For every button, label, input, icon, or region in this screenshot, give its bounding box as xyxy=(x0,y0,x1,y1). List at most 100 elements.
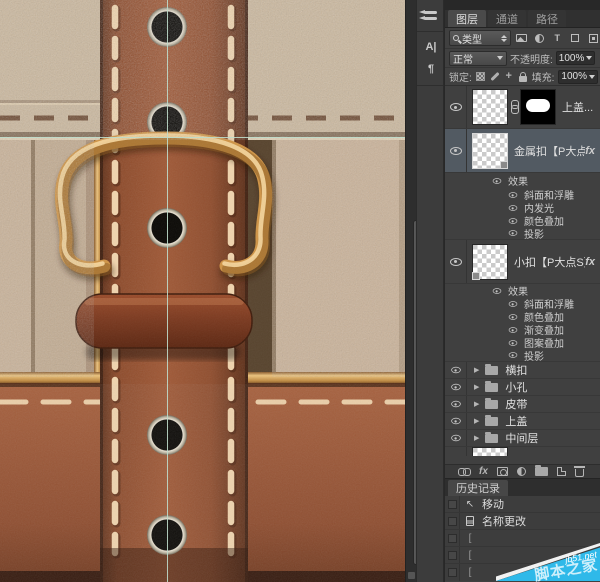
lock-position-button[interactable]: + xyxy=(504,70,514,83)
group-row[interactable]: ▶ 横扣 xyxy=(445,362,600,379)
effect-item[interactable]: 斜面和浮雕 xyxy=(445,188,600,201)
visibility-toggle[interactable] xyxy=(445,396,467,412)
visibility-toggle[interactable] xyxy=(445,413,467,429)
fill-input[interactable]: 100% xyxy=(558,70,598,84)
expand-triangle-icon[interactable]: ▶ xyxy=(474,400,479,408)
filter-shape-button[interactable] xyxy=(568,31,582,45)
effects-header[interactable]: 效果 xyxy=(445,284,600,297)
filter-adjustment-button[interactable] xyxy=(532,31,546,45)
new-layer-icon[interactable] xyxy=(557,467,566,476)
tab-channels[interactable]: 通道 xyxy=(488,10,526,27)
group-name[interactable]: 上盖 xyxy=(505,413,527,429)
layer-name[interactable]: 上盖... xyxy=(562,99,593,115)
history-item[interactable]: [ xyxy=(445,530,600,547)
effect-item[interactable]: 斜面和浮雕 xyxy=(445,297,600,310)
layer-thumbnail[interactable] xyxy=(472,244,508,280)
layer-thumbnail[interactable] xyxy=(472,133,508,169)
panel-dock: A| ¶ xyxy=(416,0,444,582)
history-item[interactable]: ↖ 移动 xyxy=(445,496,600,513)
folder-icon xyxy=(485,366,498,375)
group-row[interactable]: ▶ 上盖 xyxy=(445,413,600,430)
history-source-well[interactable] xyxy=(445,564,460,581)
expand-triangle-icon[interactable]: ▶ xyxy=(474,383,479,391)
search-icon xyxy=(453,35,459,41)
lock-row: 锁定: + 填充: 100% xyxy=(445,68,600,86)
visibility-toggle[interactable] xyxy=(445,430,467,446)
expand-triangle-icon[interactable]: ▶ xyxy=(474,366,479,374)
filter-pixel-button[interactable] xyxy=(515,31,529,45)
group-name[interactable]: 皮带 xyxy=(505,396,527,412)
effect-item[interactable]: 投影 xyxy=(445,349,600,362)
layer-name[interactable]: 金属扣【P大点... xyxy=(514,143,585,159)
eye-icon xyxy=(451,401,461,407)
lock-pixels-button[interactable] xyxy=(490,70,500,83)
effect-item[interactable]: 颜色叠加 xyxy=(445,214,600,227)
layer-name[interactable]: 小扣【P大点S】 xyxy=(514,254,585,270)
character-panel-icon: A| xyxy=(425,41,436,53)
group-name[interactable]: 小孔 xyxy=(505,379,527,395)
layers-panel: 图层 通道 路径 类型 T 正常 不透明度: 100% xyxy=(444,0,600,582)
mask-link-icon[interactable] xyxy=(510,100,518,114)
group-row[interactable]: ▶ 皮带 xyxy=(445,396,600,413)
visibility-toggle[interactable] xyxy=(445,86,467,128)
photoshop-workspace: A| ¶ 图层 通道 路径 类型 T xyxy=(0,0,600,582)
layer-mask-thumbnail[interactable] xyxy=(520,89,556,125)
expand-triangle-icon[interactable]: ▶ xyxy=(474,417,479,425)
opacity-label: 不透明度: xyxy=(510,51,553,66)
eye-icon xyxy=(450,147,462,155)
adjustment-layer-icon[interactable] xyxy=(517,467,526,476)
group-name[interactable]: 中间层 xyxy=(505,430,538,446)
fx-badge[interactable]: fx xyxy=(585,145,600,157)
paragraph-panel-button[interactable]: ¶ xyxy=(417,58,445,80)
lock-transparency-button[interactable] xyxy=(476,70,486,83)
layer-style-icon[interactable]: fx xyxy=(479,467,488,477)
new-group-icon[interactable] xyxy=(535,467,548,476)
layer-badge-icon xyxy=(500,161,508,169)
add-mask-icon[interactable] xyxy=(497,467,508,476)
checkerboard-icon xyxy=(476,72,485,81)
effect-item[interactable]: 渐变叠加 xyxy=(445,323,600,336)
history-source-well[interactable] xyxy=(445,513,460,529)
fx-badge[interactable]: fx xyxy=(585,256,600,268)
history-source-well[interactable] xyxy=(445,530,460,546)
visibility-toggle[interactable] xyxy=(445,129,467,172)
layer-row[interactable]: 上盖... xyxy=(445,86,600,129)
delete-layer-icon[interactable] xyxy=(575,469,584,477)
effects-header[interactable]: 效果 xyxy=(445,173,600,188)
layer-row-selected[interactable]: 金属扣【P大点... fx xyxy=(445,129,600,173)
history-source-well[interactable] xyxy=(445,547,460,563)
layer-thumbnail[interactable] xyxy=(472,89,508,125)
visibility-toggle[interactable] xyxy=(445,379,467,395)
brush-panels-button[interactable] xyxy=(417,4,445,26)
history-item[interactable]: 名称更改 xyxy=(445,513,600,530)
opacity-input[interactable]: 100% xyxy=(556,51,596,65)
blend-mode-select[interactable]: 正常 xyxy=(449,51,507,66)
effect-item[interactable]: 投影 xyxy=(445,227,600,240)
history-item[interactable]: [ xyxy=(445,547,600,564)
partial-layer-row[interactable] xyxy=(445,447,600,456)
tab-layers[interactable]: 图层 xyxy=(448,10,486,27)
layer-row[interactable]: 小扣【P大点S】 fx xyxy=(445,240,600,284)
visibility-toggle[interactable] xyxy=(445,362,467,378)
tab-history[interactable]: 历史记录 xyxy=(448,480,508,496)
filter-type-button[interactable]: T xyxy=(550,31,564,45)
expand-triangle-icon[interactable]: ▶ xyxy=(474,434,479,442)
group-row[interactable]: ▶ 中间层 xyxy=(445,430,600,447)
canvas-scrollbar[interactable] xyxy=(405,0,416,582)
character-panel-button[interactable]: A| xyxy=(417,36,445,58)
effect-item[interactable]: 内发光 xyxy=(445,201,600,214)
filter-kind-select[interactable]: 类型 xyxy=(449,30,511,46)
filter-smartobject-button[interactable] xyxy=(586,31,600,45)
history-source-well[interactable] xyxy=(445,496,460,512)
document-canvas[interactable] xyxy=(0,0,405,582)
group-name[interactable]: 横扣 xyxy=(505,362,527,378)
resize-grip[interactable] xyxy=(408,572,415,579)
effect-item[interactable]: 图案叠加 xyxy=(445,336,600,349)
group-row[interactable]: ▶ 小孔 xyxy=(445,379,600,396)
link-layers-icon[interactable] xyxy=(458,468,470,475)
lock-all-button[interactable] xyxy=(518,70,528,83)
visibility-toggle[interactable] xyxy=(445,240,467,283)
tab-paths[interactable]: 路径 xyxy=(528,10,566,27)
effect-item[interactable]: 颜色叠加 xyxy=(445,310,600,323)
history-item[interactable]: [ xyxy=(445,564,600,581)
